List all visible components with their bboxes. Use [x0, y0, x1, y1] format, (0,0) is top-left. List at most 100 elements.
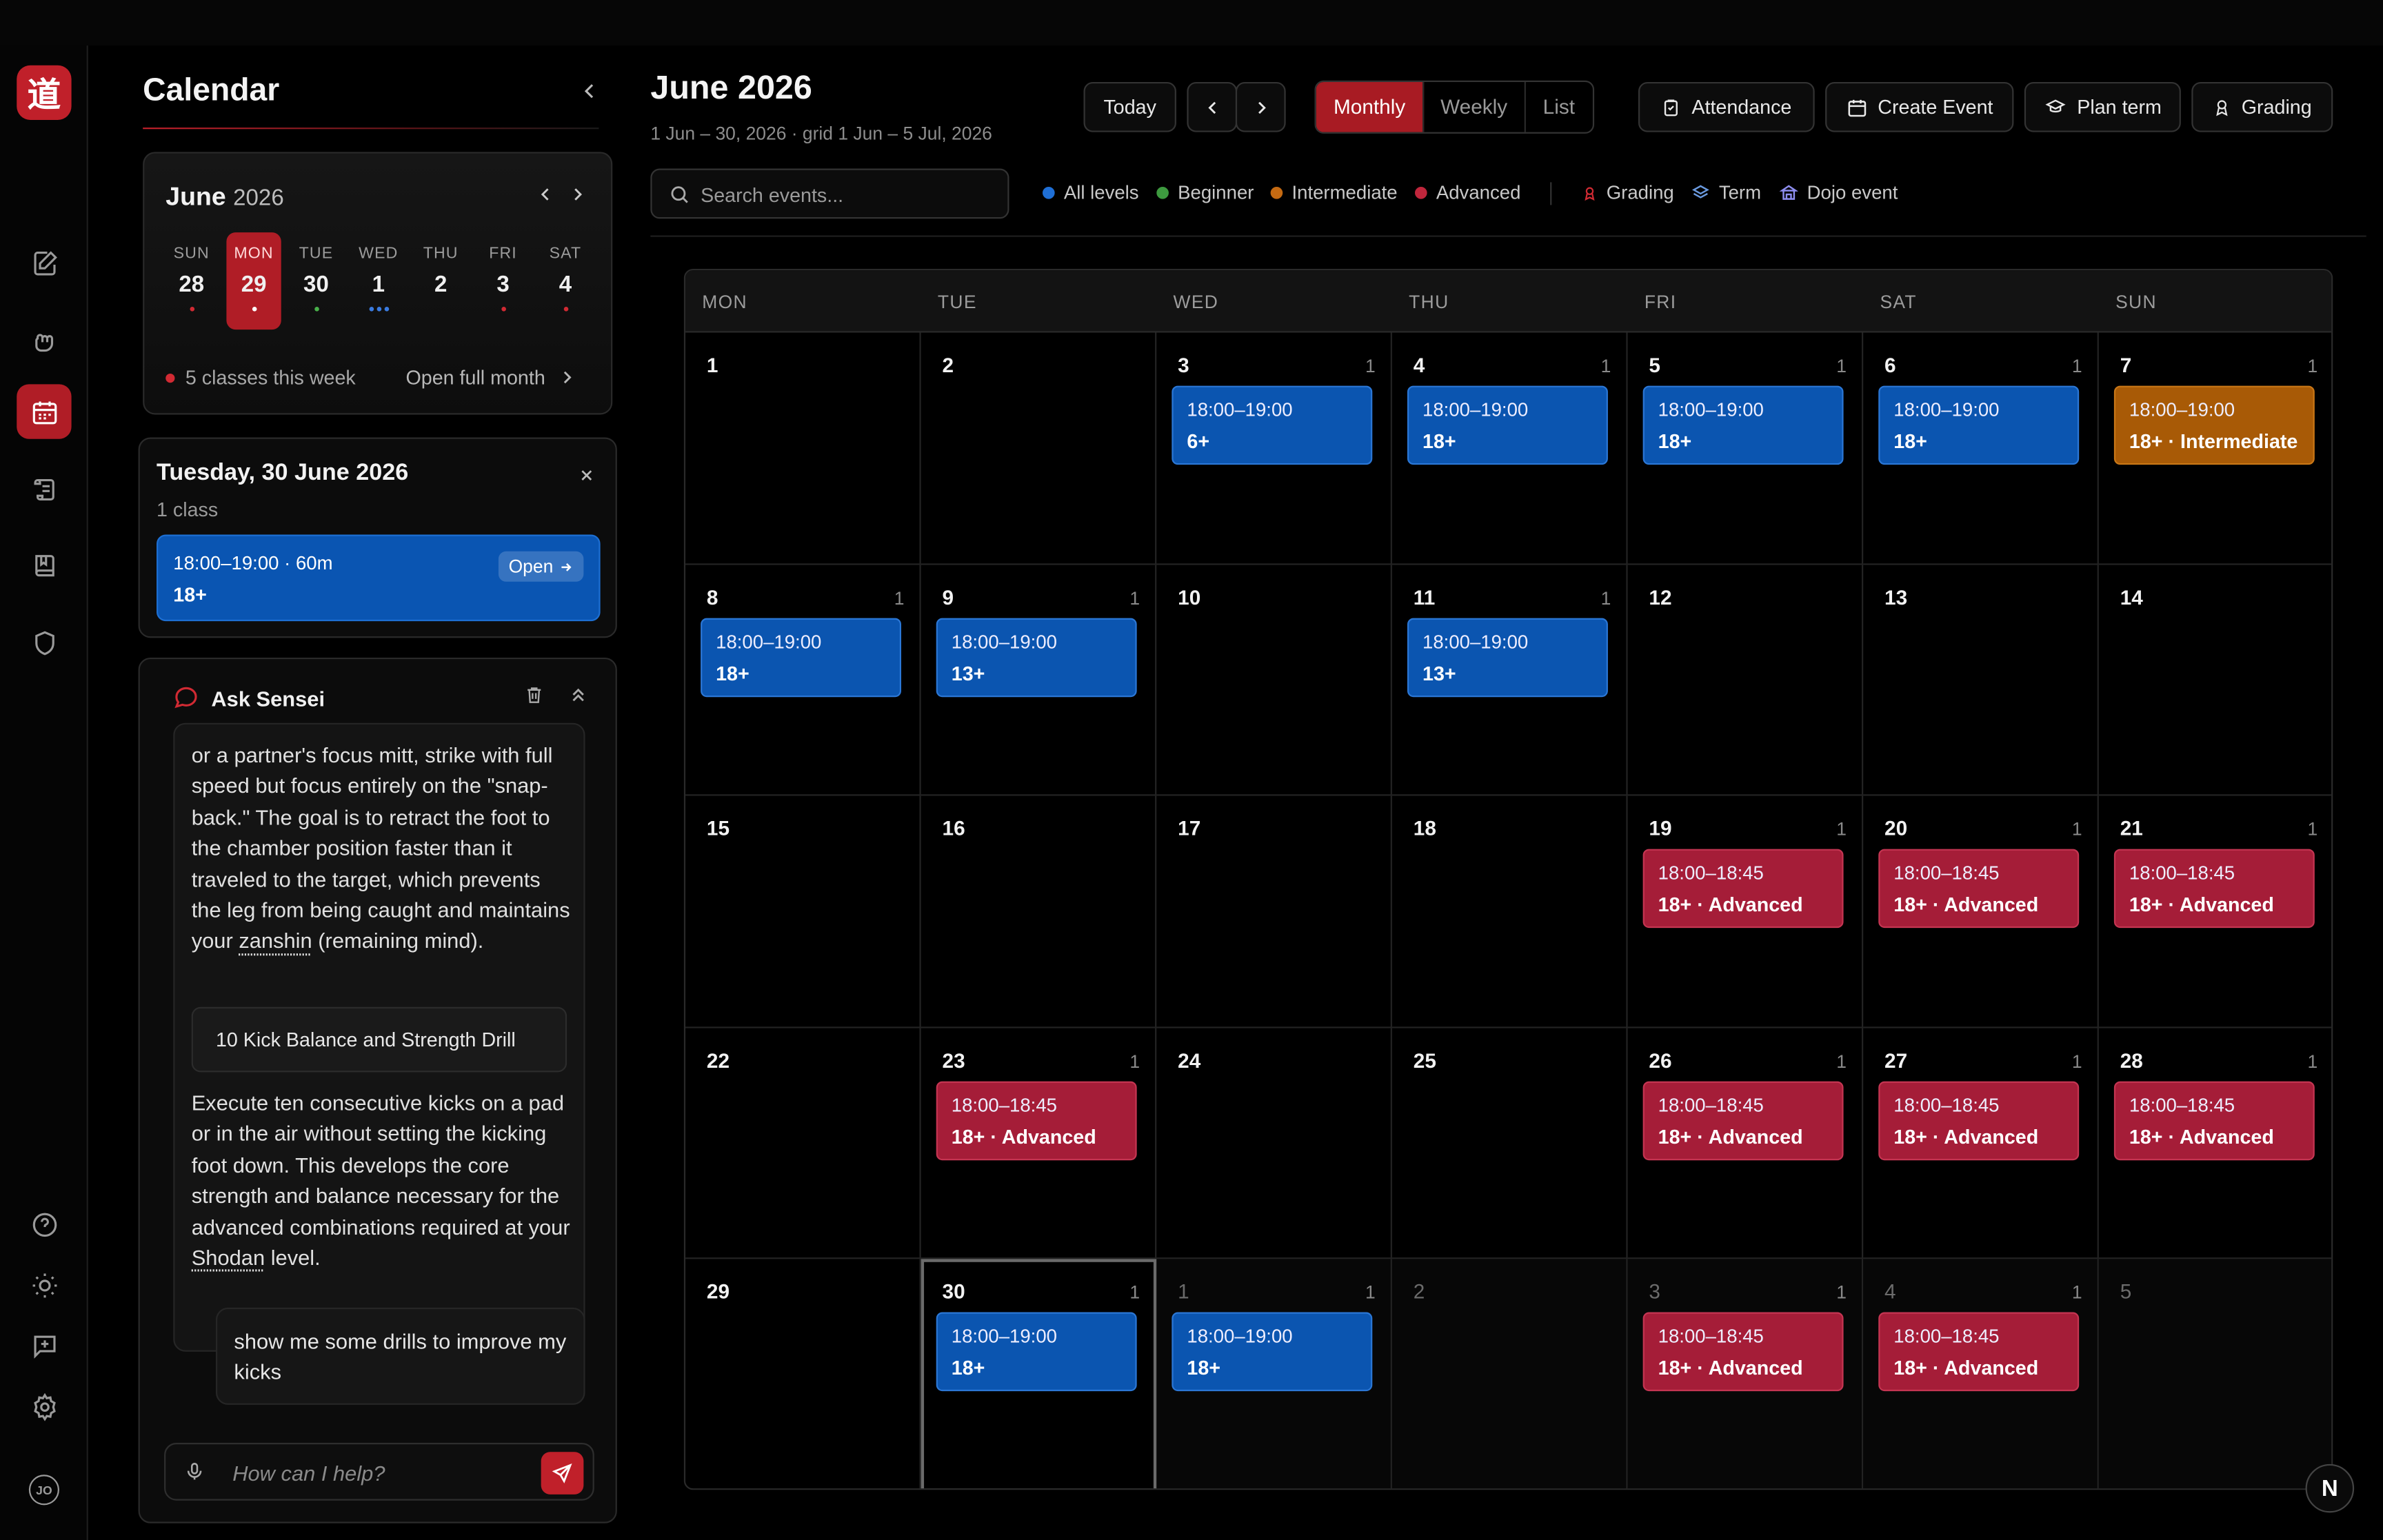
event-chip[interactable]: 18:00–18:45 18+ · Advanced [1642, 849, 1844, 929]
event-chip[interactable]: 18:00–19:00 13+ [936, 617, 1137, 697]
event-chip[interactable]: 18:00–19:00 18+ [1642, 385, 1844, 465]
event-chip[interactable]: 18:00–18:45 18+ · Advanced [936, 1081, 1137, 1160]
event-chip[interactable]: 18:00–18:45 18+ · Advanced [2113, 1081, 2315, 1160]
day-cell[interactable]: 29 [685, 1259, 921, 1489]
legend-dojo-event[interactable]: Dojo event [1779, 182, 1898, 203]
event-chip[interactable]: 18:00–18:45 18+ · Advanced [1878, 849, 2080, 929]
day-cell[interactable]: 5 1 18:00–19:00 18+ [1627, 332, 1864, 565]
event-chip[interactable]: 18:00–19:00 18+ [936, 1313, 1137, 1392]
event-chip[interactable]: 18:00–19:00 18+ [1878, 385, 2080, 465]
legend-advanced[interactable]: Advanced [1415, 182, 1520, 203]
view-monthly-tab[interactable]: Monthly [1316, 81, 1425, 132]
day-cell[interactable]: 24 [1156, 1028, 1392, 1260]
day-cell[interactable]: 20 1 18:00–18:45 18+ · Advanced [1863, 796, 2099, 1029]
chevron-up-double-icon[interactable] [568, 685, 588, 705]
event-chip[interactable]: 18:00–18:45 18+ · Advanced [2113, 849, 2315, 929]
term-shodan[interactable]: Shodan [192, 1246, 265, 1270]
mini-day-5[interactable]: FRI 3 [476, 232, 530, 330]
dev-tools-badge[interactable]: N [2305, 1463, 2355, 1513]
event-chip[interactable]: 18:00–18:45 18+ · Advanced [1642, 1313, 1844, 1392]
legend-intermediate[interactable]: Intermediate [1270, 182, 1398, 203]
event-chip[interactable]: 18:00–19:00 18+ [701, 617, 902, 697]
microphone-button[interactable] [184, 1459, 205, 1488]
day-cell[interactable]: 10 [1156, 564, 1392, 796]
rail-techniques[interactable] [17, 313, 71, 367]
dojo-logo[interactable]: 道 [17, 65, 72, 121]
day-cell[interactable]: 25 [1391, 1028, 1628, 1260]
day-cell[interactable]: 2 [921, 332, 1157, 565]
day-cell[interactable]: 2 [1391, 1259, 1628, 1489]
day-cell[interactable]: 11 1 18:00–19:00 13+ [1391, 564, 1628, 796]
day-cell[interactable]: 15 [685, 796, 921, 1029]
mini-day-6[interactable]: SAT 4 [538, 232, 592, 330]
day-cell[interactable]: 6 1 18:00–19:00 18+ [1863, 332, 2099, 565]
next-month-button[interactable] [1235, 81, 1286, 132]
day-cell[interactable]: 13 [1863, 564, 2099, 796]
day-cell[interactable]: 19 1 18:00–18:45 18+ · Advanced [1627, 796, 1864, 1029]
rail-library[interactable] [17, 538, 71, 592]
user-avatar[interactable]: JO [28, 1475, 59, 1506]
day-cell[interactable]: 14 [2098, 565, 2332, 796]
day-cell[interactable]: 3 1 18:00–19:00 6+ [1156, 332, 1392, 565]
open-event-button[interactable]: Open [498, 551, 584, 582]
day-cell[interactable]: 4 1 18:00–18:45 18+ · Advanced [1863, 1259, 2099, 1489]
drill-card[interactable]: 10 Kick Balance and Strength Drill [191, 1006, 567, 1073]
mini-day-0[interactable]: SUN 28 [164, 232, 219, 330]
day-cell[interactable]: 17 [1156, 796, 1392, 1029]
search-input[interactable] [701, 181, 997, 208]
mini-prev-button[interactable] [534, 181, 558, 208]
send-button[interactable] [541, 1452, 584, 1495]
rail-syllabus[interactable] [17, 462, 71, 516]
today-button[interactable]: Today [1083, 81, 1176, 132]
day-cell[interactable]: 3 1 18:00–18:45 18+ · Advanced [1627, 1259, 1864, 1489]
term-zanshin[interactable]: zanshin [239, 929, 312, 953]
day-cell[interactable]: 7 1 18:00–19:00 18+ · Intermediate [2098, 332, 2332, 565]
event-chip[interactable]: 18:00–19:00 6+ [1172, 385, 1373, 465]
legend-grading[interactable]: Grading [1582, 182, 1674, 203]
day-cell[interactable]: 1 1 18:00–19:00 18+ [1156, 1259, 1392, 1489]
trash-icon[interactable] [524, 685, 544, 705]
legend-term[interactable]: Term [1691, 182, 1761, 203]
day-cell[interactable]: 22 [685, 1028, 921, 1260]
day-cell[interactable]: 9 1 18:00–19:00 13+ [921, 564, 1157, 796]
grading-button[interactable]: Grading [2191, 81, 2333, 132]
legend-beginner[interactable]: Beginner [1156, 182, 1254, 203]
day-cell[interactable]: 8 1 18:00–19:00 18+ [685, 564, 921, 796]
event-chip[interactable]: 18:00–18:45 18+ · Advanced [1878, 1313, 2080, 1392]
rail-theme[interactable] [17, 1257, 71, 1312]
mini-day-2[interactable]: TUE 30 [289, 232, 343, 330]
view-list-tab[interactable]: List [1525, 82, 1593, 132]
day-cell[interactable]: 4 1 18:00–19:00 18+ [1391, 332, 1628, 565]
day-cell[interactable]: 30 1 18:00–19:00 18+ [921, 1259, 1157, 1489]
event-chip[interactable]: 18:00–19:00 18+ · Intermediate [2113, 385, 2315, 465]
day-cell[interactable]: 27 1 18:00–18:45 18+ · Advanced [1863, 1028, 2099, 1260]
event-chip[interactable]: 18:00–19:00 13+ [1407, 617, 1608, 697]
day-cell[interactable]: 1 [685, 332, 921, 565]
rail-calendar[interactable] [17, 384, 72, 439]
day-cell[interactable]: 5 [2098, 1259, 2332, 1489]
mini-day-1[interactable]: MON 29 [226, 232, 281, 330]
prev-month-button[interactable] [1187, 81, 1238, 132]
open-full-month-link[interactable]: Open full month [405, 366, 575, 389]
day-cell[interactable]: 26 1 18:00–18:45 18+ · Advanced [1627, 1028, 1864, 1260]
event-chip[interactable]: 18:00–18:45 18+ · Advanced [1642, 1081, 1844, 1160]
plan-term-button[interactable]: Plan term [2024, 81, 2181, 132]
mini-day-4[interactable]: THU 2 [414, 232, 468, 330]
legend-all-levels[interactable]: All levels [1043, 182, 1139, 203]
rail-help[interactable] [17, 1197, 71, 1251]
day-cell[interactable]: 12 [1627, 564, 1864, 796]
create-event-button[interactable]: Create Event [1825, 81, 2014, 132]
day-cell[interactable]: 18 [1391, 796, 1628, 1029]
mini-day-3[interactable]: WED 1 [351, 232, 405, 330]
event-chip[interactable]: 18:00–19:00 18+ [1172, 1313, 1373, 1392]
rail-settings[interactable] [17, 1379, 71, 1433]
day-cell[interactable]: 28 1 18:00–18:45 18+ · Advanced [2098, 1028, 2332, 1260]
day-cell[interactable]: 21 1 18:00–18:45 18+ · Advanced [2098, 796, 2332, 1029]
rail-notes[interactable] [17, 235, 71, 290]
day-cell[interactable]: 16 [921, 796, 1157, 1029]
chat-input[interactable] [232, 1458, 522, 1489]
mini-next-button[interactable] [565, 181, 590, 208]
rail-feedback[interactable] [17, 1318, 71, 1372]
day-cell[interactable]: 23 1 18:00–18:45 18+ · Advanced [921, 1028, 1157, 1260]
view-weekly-tab[interactable]: Weekly [1425, 81, 1525, 132]
